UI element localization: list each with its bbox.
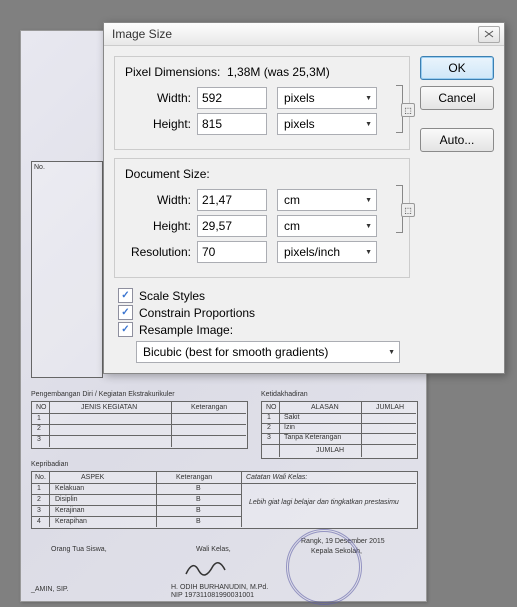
pixel-dimensions-value: 1,38M (was 25,3M) [227,65,330,79]
auto-button[interactable]: Auto... [420,128,494,152]
signature-icon [181,556,231,581]
link-bracket: ⬚ [397,185,411,233]
link-bracket: ⬚ [397,85,411,133]
document-size-group: Document Size: Width: cm ▼ Height: cm ▼ [114,158,410,278]
section-label: Pengembangan Diri / Kegiatan Ekstrakurik… [31,391,175,398]
px-height-label: Height: [125,117,191,131]
doc-width-input[interactable] [197,189,267,211]
resample-image-checkbox[interactable]: ✓ [118,322,133,337]
chain-link-icon[interactable]: ⬚ [401,203,415,217]
resample-method-select[interactable]: Bicubic (best for smooth gradients) ▼ [136,341,400,363]
chain-link-icon[interactable]: ⬚ [401,103,415,117]
chevron-down-icon: ▼ [365,249,372,256]
constrain-proportions-checkbox[interactable]: ✓ [118,305,133,320]
image-size-dialog: Image Size Pixel Dimensions: 1,38M (was … [103,22,505,374]
constrain-proportions-label: Constrain Proportions [139,306,255,320]
chevron-down-icon: ▼ [388,349,395,356]
doc-height-input[interactable] [197,215,267,237]
dialog-title: Image Size [112,27,172,41]
resolution-label: Resolution: [125,245,191,259]
resolution-input[interactable] [197,241,267,263]
stamp-icon [286,529,362,605]
pixel-dimensions-label: Pixel Dimensions: [125,65,220,79]
doc-width-unit-select[interactable]: cm ▼ [277,189,377,211]
close-button[interactable] [478,26,500,43]
pixel-dimensions-group: Pixel Dimensions: 1,38M (was 25,3M) Widt… [114,56,410,150]
document-size-label: Document Size: [125,167,399,181]
px-width-unit-select[interactable]: pixels ▼ [277,87,377,109]
cancel-button[interactable]: Cancel [420,86,494,110]
scale-styles-label: Scale Styles [139,289,205,303]
doc-height-unit-select[interactable]: cm ▼ [277,215,377,237]
resample-image-label: Resample Image: [139,323,233,337]
chevron-down-icon: ▼ [365,223,372,230]
scale-styles-checkbox[interactable]: ✓ [118,288,133,303]
chevron-down-icon: ▼ [365,197,372,204]
close-icon [484,30,494,38]
doc-height-label: Height: [125,219,191,233]
px-height-unit-select[interactable]: pixels ▼ [277,113,377,135]
resolution-unit-select[interactable]: pixels/inch ▼ [277,241,377,263]
chevron-down-icon: ▼ [365,95,372,102]
chevron-down-icon: ▼ [365,121,372,128]
doc-width-label: Width: [125,193,191,207]
px-width-input[interactable] [197,87,267,109]
dialog-titlebar[interactable]: Image Size [104,23,504,46]
ok-button[interactable]: OK [420,56,494,80]
px-height-input[interactable] [197,113,267,135]
px-width-label: Width: [125,91,191,105]
